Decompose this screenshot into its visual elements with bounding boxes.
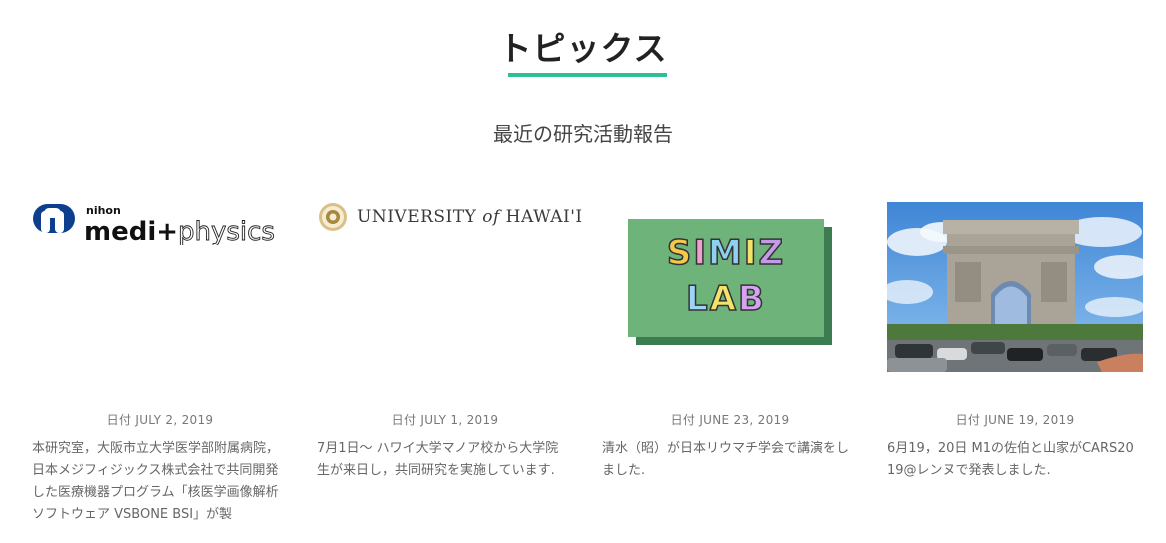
logo-main-light-text: physics (178, 217, 275, 245)
simiz-letter: A (709, 278, 739, 320)
simiz-letter: M (707, 232, 744, 274)
university-logo-text: UNIVERSITY of HAWAI'I (357, 207, 583, 227)
card-image-link[interactable]: UNIVERSITY of HAWAI'I (317, 200, 582, 375)
logo-small-text: nihon (86, 204, 121, 217)
topic-card[interactable]: 日付 JUNE 19, 2019 6月19，20日 M1の佐伯と山家がCARS2… (887, 200, 1143, 543)
card-excerpt[interactable]: 7月1日～ ハワイ大学マノア校から大学院生が来日し，共同研究を実施しています. (317, 438, 569, 482)
simiz-logo-line1: SIMIZ (628, 232, 824, 274)
logo-text-pre: UNIVERSITY (357, 207, 483, 227)
card-date: 日付 JULY 2, 2019 (106, 413, 214, 427)
logo-main-bold-text: medi+ (84, 217, 178, 245)
simiz-lab-logo-icon: SIMIZ LAB (628, 219, 824, 337)
card-date: 日付 JUNE 23, 2019 (670, 413, 790, 427)
section-subtitle: 最近の研究活動報告 (493, 122, 673, 146)
card-excerpt[interactable]: 本研究室，大阪市立大学医学部附属病院，日本メジフィジックス株式会社で共同開発した… (32, 438, 284, 526)
card-excerpt[interactable]: 清水（昭）が日本リウマチ学会で講演をしました. (602, 438, 854, 482)
simiz-logo-line2: LAB (628, 278, 824, 320)
arc-de-triomphe-photo-icon (887, 202, 1143, 372)
simiz-letter: B (737, 278, 766, 320)
section-title: トピックス (498, 29, 668, 68)
simiz-letter: I (743, 232, 759, 274)
card-image-link[interactable]: nihon medi+ physics (32, 200, 288, 375)
topics-section: トピックス 最近の研究活動報告 nihon medi+ physics 日付 J… (0, 0, 1166, 543)
logo-text-post: HAWAI'I (499, 207, 583, 227)
card-excerpt[interactable]: 6月19，20日 M1の佐伯と山家がCARS2019@レンヌで発表しました. (887, 438, 1139, 482)
logo-text-of: of (482, 207, 500, 227)
topic-card[interactable]: UNIVERSITY of HAWAI'I 日付 JULY 1, 2019 7月… (317, 200, 582, 543)
simiz-letter: S (666, 232, 694, 274)
card-date: 日付 JULY 1, 2019 (391, 413, 499, 427)
simiz-letter: Z (758, 232, 786, 274)
simiz-letter: L (685, 278, 710, 320)
title-underline (508, 73, 667, 77)
card-image-link[interactable] (887, 200, 1143, 375)
card-image-link[interactable]: SIMIZ LAB (602, 200, 858, 375)
nihon-medi-physics-logo-icon: nihon medi+ physics (33, 204, 275, 245)
simiz-letter: I (693, 232, 708, 274)
topic-card[interactable]: nihon medi+ physics 日付 JULY 2, 2019 本研究室… (32, 200, 288, 543)
topic-card[interactable]: SIMIZ LAB 日付 JUNE 23, 2019 清水（昭）が日本リウマチ学… (602, 200, 858, 543)
card-date: 日付 JUNE 19, 2019 (955, 413, 1075, 427)
